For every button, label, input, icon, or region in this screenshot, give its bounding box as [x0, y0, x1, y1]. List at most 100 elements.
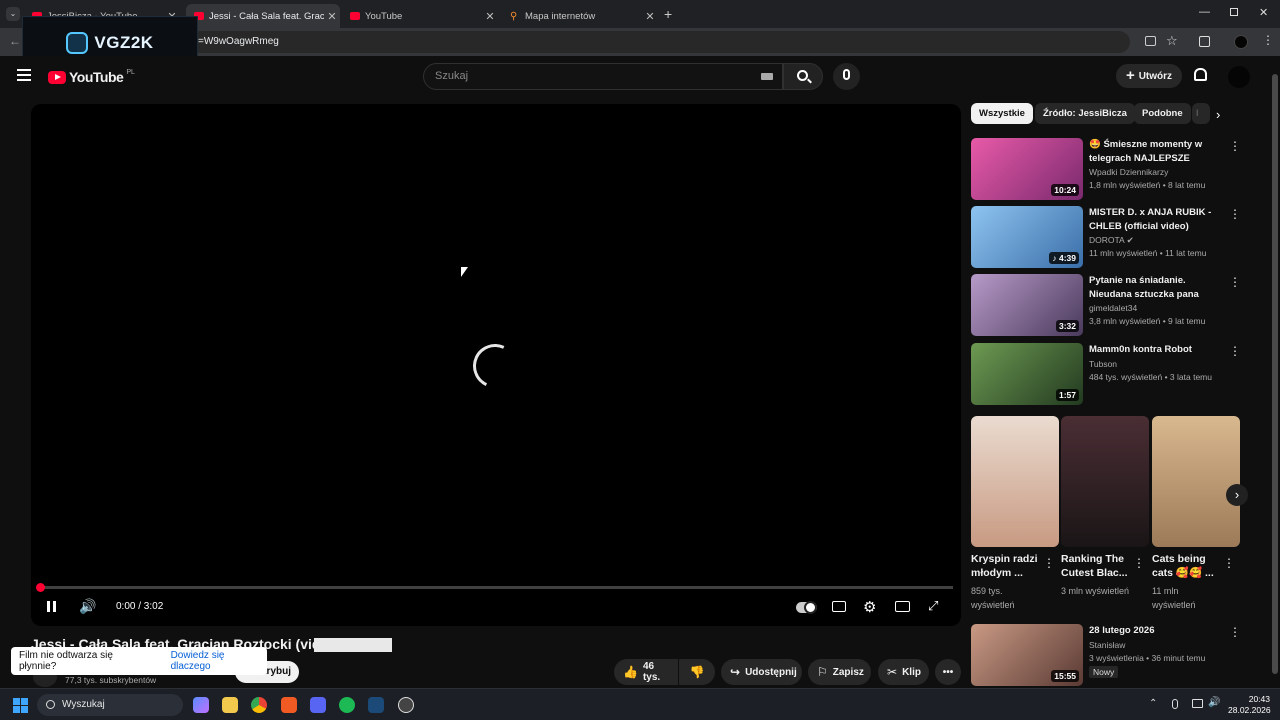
- network-icon[interactable]: [1192, 699, 1203, 708]
- spotify-icon[interactable]: [339, 697, 355, 713]
- close-icon[interactable]: ✕: [482, 10, 498, 23]
- chip-related[interactable]: Podobne: [1134, 103, 1191, 124]
- obs-icon[interactable]: [398, 697, 414, 713]
- more-vert-icon[interactable]: ⋮: [1229, 207, 1241, 221]
- miniplayer-button[interactable]: [895, 601, 910, 612]
- brave-icon[interactable]: [281, 697, 297, 713]
- autoplay-toggle[interactable]: [796, 601, 817, 614]
- video-thumbnail[interactable]: ♪ 4:39: [971, 206, 1083, 268]
- more-actions-button[interactable]: •••: [935, 659, 961, 685]
- recommendation-item[interactable]: 10:24 🤩 Śmieszne momenty w telegrach NAJ…: [971, 138, 1241, 200]
- account-avatar[interactable]: [1228, 66, 1250, 88]
- keyboard-icon[interactable]: [761, 73, 773, 80]
- volume-button[interactable]: 🔊: [79, 598, 96, 615]
- extensions-icon[interactable]: [1199, 36, 1210, 47]
- microphone-icon[interactable]: [1172, 699, 1178, 709]
- video-thumbnail[interactable]: 15:55: [971, 624, 1083, 686]
- fullscreen-button[interactable]: ⤢: [928, 598, 938, 614]
- short-thumbnail[interactable]: [1152, 416, 1240, 547]
- rec-title[interactable]: 28 lutego 2026: [1089, 624, 1225, 638]
- recommendation-item[interactable]: 15:55 28 lutego 2026 Stanisław 3 wyświet…: [971, 624, 1241, 686]
- more-vert-icon[interactable]: ⋮: [1229, 344, 1241, 358]
- bookmark-star-icon[interactable]: ☆: [1166, 33, 1178, 49]
- rec-title[interactable]: MISTER D. x ANJA RUBIK - CHLEB (official…: [1089, 206, 1225, 233]
- share-button[interactable]: ↪ Udostępnij: [721, 659, 802, 685]
- chevron-right-icon[interactable]: ›: [1216, 107, 1220, 122]
- pause-button[interactable]: [47, 601, 57, 612]
- tab-search-icon[interactable]: ⌄: [6, 7, 20, 21]
- recommendation-item[interactable]: ♪ 4:39 MISTER D. x ANJA RUBIK - CHLEB (o…: [971, 206, 1241, 268]
- more-vert-icon[interactable]: ⋮: [1229, 139, 1241, 153]
- copilot-icon[interactable]: [193, 697, 209, 713]
- rec-title[interactable]: 🤩 Śmieszne momenty w telegrach NAJLEPSZE…: [1089, 138, 1225, 165]
- short-title[interactable]: Cats being cats 🥰🥰 ...: [1152, 552, 1224, 580]
- recommendation-item[interactable]: 3:32 Pytanie na śniadanie. Nieudana sztu…: [971, 274, 1241, 336]
- shorts-next-button[interactable]: ›: [1226, 484, 1248, 506]
- progress-bar[interactable]: [36, 583, 953, 592]
- discord-icon[interactable]: [310, 697, 326, 713]
- recommendation-item[interactable]: 1:57 Mamm0n kontra Robot Tubson 484 tys.…: [971, 343, 1241, 405]
- windows-start-icon[interactable]: [13, 698, 28, 713]
- new-tab-button[interactable]: +: [664, 6, 672, 22]
- rec-channel[interactable]: Wpadki Dziennikarzy: [1089, 167, 1168, 177]
- chrome-icon[interactable]: [251, 697, 267, 713]
- rec-channel[interactable]: Stanisław: [1089, 640, 1125, 650]
- chip-all[interactable]: Wszystkie: [971, 103, 1033, 124]
- close-icon[interactable]: ✕: [324, 10, 340, 23]
- rec-title[interactable]: Mamm0n kontra Robot: [1089, 343, 1225, 357]
- address-bar[interactable]: =W9wOagwRmeg: [190, 31, 1130, 53]
- search-input[interactable]: Szukaj: [423, 63, 783, 90]
- more-vert-icon[interactable]: ⋮: [1229, 275, 1241, 289]
- taskbar-search-input[interactable]: Wyszukaj: [37, 694, 183, 716]
- page-scrollbar[interactable]: [1270, 56, 1280, 688]
- save-button[interactable]: ⚐ Zapisz: [808, 659, 871, 685]
- video-thumbnail[interactable]: 3:32: [971, 274, 1083, 336]
- browser-menu-icon[interactable]: ⋮: [1262, 33, 1274, 47]
- more-vert-icon[interactable]: ⋮: [1229, 625, 1241, 639]
- video-player[interactable]: 🔊 0:00 / 3:02 ⚙ ⤢: [31, 104, 961, 626]
- taskbar-clock[interactable]: 20:43 28.02.2026: [1228, 694, 1271, 716]
- close-icon[interactable]: ✕: [642, 10, 658, 23]
- video-thumbnail[interactable]: 10:24: [971, 138, 1083, 200]
- short-title[interactable]: Kryspin radzi młodym ...: [971, 552, 1043, 580]
- voice-search-button[interactable]: [833, 63, 860, 90]
- chip-more[interactable]: I: [1192, 103, 1210, 124]
- more-vert-icon[interactable]: ⋮: [1133, 556, 1145, 570]
- short-title[interactable]: Ranking The Cutest Blac...: [1061, 552, 1133, 580]
- notifications-bell-icon[interactable]: [1194, 68, 1207, 81]
- rec-channel[interactable]: DOROTA ✔: [1089, 235, 1134, 246]
- rec-title[interactable]: Pytanie na śniadanie. Nieudana sztuczka …: [1089, 274, 1225, 301]
- window-close-button[interactable]: ✕: [1259, 6, 1268, 19]
- scrollbar-thumb[interactable]: [1272, 74, 1278, 674]
- hamburger-menu-icon[interactable]: [17, 69, 31, 81]
- profile-avatar[interactable]: [1234, 35, 1248, 49]
- browser-tab-1[interactable]: Jessi - Cała Sala feat. Gracjan Roztocki…: [186, 4, 340, 28]
- rec-channel[interactable]: Tubson: [1089, 359, 1117, 369]
- scrubber-handle[interactable]: [36, 583, 45, 592]
- subtitles-button[interactable]: [832, 601, 846, 612]
- volume-icon[interactable]: 🔊: [1208, 697, 1220, 708]
- short-thumbnail[interactable]: [971, 416, 1059, 547]
- chip-from-channel[interactable]: Źródło: JessiBicza: [1035, 103, 1135, 124]
- learn-why-link[interactable]: Dowiedz się dlaczego: [171, 650, 267, 672]
- create-button[interactable]: + Utwórz: [1116, 64, 1182, 88]
- like-button[interactable]: 👍 46 tys.: [614, 659, 678, 685]
- search-button[interactable]: [783, 63, 823, 90]
- back-icon[interactable]: ←: [9, 34, 21, 48]
- browser-tab-3[interactable]: ⚲ Mapa internetów ✕: [502, 4, 658, 28]
- rec-channel[interactable]: gimeldalet34: [1089, 303, 1137, 313]
- install-app-icon[interactable]: [1145, 36, 1156, 46]
- settings-button[interactable]: ⚙: [863, 598, 876, 616]
- browser-tab-2[interactable]: YouTube ✕: [342, 4, 498, 28]
- minimize-button[interactable]: —: [1199, 6, 1210, 18]
- chevron-up-icon[interactable]: ⌃: [1149, 698, 1157, 709]
- file-explorer-icon[interactable]: [222, 697, 238, 713]
- youtube-logo[interactable]: YouTube PL: [48, 69, 135, 85]
- dislike-button[interactable]: 👎: [679, 659, 715, 685]
- steam-icon[interactable]: [368, 697, 384, 713]
- restore-button[interactable]: [1230, 8, 1238, 16]
- video-thumbnail[interactable]: 1:57: [971, 343, 1083, 405]
- more-vert-icon[interactable]: ⋮: [1043, 556, 1055, 570]
- more-vert-icon[interactable]: ⋮: [1223, 556, 1235, 570]
- short-thumbnail[interactable]: [1061, 416, 1149, 547]
